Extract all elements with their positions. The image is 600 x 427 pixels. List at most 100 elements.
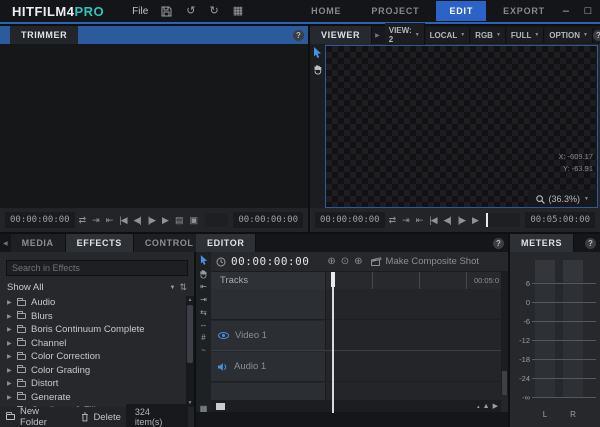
- viewer-tab[interactable]: VIEWER: [310, 26, 373, 44]
- expand-arrow-icon[interactable]: ▶: [7, 353, 12, 360]
- scrollbar-thumb[interactable]: [216, 402, 225, 410]
- zoom-out-icon[interactable]: ▴: [477, 404, 480, 410]
- go-to-start-button[interactable]: |◀: [116, 214, 129, 227]
- help-icon[interactable]: ?: [592, 29, 600, 41]
- expand-arrow-icon[interactable]: ▶: [7, 380, 12, 387]
- effects-tab[interactable]: CONTROL: [133, 234, 206, 252]
- timeline-vertical-scrollbar[interactable]: [501, 272, 508, 395]
- workspace-grid-icon[interactable]: ▦: [226, 4, 250, 19]
- help-icon[interactable]: ?: [293, 29, 304, 41]
- make-composite-shot-button[interactable]: Make Composite Shot: [370, 256, 479, 267]
- main-nav-tab[interactable]: EXPORT: [490, 1, 558, 21]
- scroll-up-icon[interactable]: ▲: [188, 296, 193, 304]
- editor-tab[interactable]: EDITOR: [196, 234, 257, 252]
- viewer-canvas[interactable]: X: -609.17 Y: -63.91 (36.3%) ▼: [325, 45, 598, 208]
- effects-folder-row[interactable]: ▶ Channel: [0, 337, 186, 351]
- step-back-button[interactable]: ◀|: [441, 214, 454, 227]
- expand-arrow-icon[interactable]: ▶: [7, 313, 12, 320]
- set-in-point-button[interactable]: ⇤: [413, 214, 426, 227]
- editor-tool-icon[interactable]: ⇥: [200, 295, 207, 305]
- main-nav-tab[interactable]: HOME: [298, 1, 354, 21]
- viewer-dropdown[interactable]: FULL ▼: [506, 27, 545, 43]
- tab-scroll-left-icon[interactable]: ◀: [0, 240, 11, 247]
- timeline-horizontal-scrollbar[interactable]: ▴ ▲ ▶: [211, 400, 501, 412]
- undo-icon[interactable]: ↺: [179, 4, 202, 19]
- expand-arrow-icon[interactable]: ▶: [7, 326, 12, 333]
- sort-icon[interactable]: ⇅: [179, 282, 187, 293]
- video-track-header[interactable]: Video 1: [211, 321, 326, 350]
- audio-track-lane[interactable]: [326, 352, 501, 381]
- hand-tool-icon[interactable]: [199, 269, 208, 279]
- search-input[interactable]: [6, 260, 188, 276]
- timeline-ruler[interactable]: 00:05:0: [326, 272, 508, 289]
- scrollbar-thumb[interactable]: [502, 371, 507, 395]
- viewer-dropdown[interactable]: LOCAL ▼: [425, 27, 471, 43]
- editor-tool-icon[interactable]: ~: [201, 346, 206, 356]
- minimize-button[interactable]: –: [558, 5, 574, 17]
- main-nav-tab[interactable]: PROJECT: [358, 1, 432, 21]
- maximize-button[interactable]: □: [580, 5, 596, 17]
- snapshot-button[interactable]: ▤: [172, 214, 186, 227]
- set-in-point-button[interactable]: ⇤: [103, 214, 116, 227]
- play-button[interactable]: ▶: [159, 214, 171, 227]
- select-tool-icon[interactable]: [313, 47, 322, 58]
- viewer-dropdown[interactable]: OPTION ▼: [545, 27, 593, 43]
- effects-tab[interactable]: MEDIA: [10, 234, 66, 252]
- select-tool-icon[interactable]: [200, 255, 208, 265]
- meters-tab[interactable]: METERS: [510, 234, 575, 252]
- zoom-in-icon[interactable]: ▲: [483, 403, 490, 410]
- save-icon[interactable]: [154, 4, 179, 19]
- visibility-eye-icon[interactable]: [218, 332, 229, 339]
- in-point-circle-icon[interactable]: ⊕: [327, 256, 335, 267]
- main-nav-tab[interactable]: EDIT: [436, 1, 487, 21]
- file-menu[interactable]: File: [126, 3, 154, 20]
- viewer-zoom-control[interactable]: (36.3%) ▼: [527, 191, 597, 207]
- effects-folder-row[interactable]: ▶ Audio: [0, 296, 186, 310]
- editor-tool-icon[interactable]: ⇤: [200, 282, 207, 292]
- export-frame-button[interactable]: ▣: [186, 214, 200, 227]
- loop-playback-button[interactable]: ⇄: [76, 214, 89, 227]
- viewer-dropdown[interactable]: RGB ▼: [471, 27, 506, 43]
- go-to-start-button[interactable]: |◀: [426, 214, 439, 227]
- video-track-lane[interactable]: [326, 321, 501, 350]
- help-icon[interactable]: ?: [493, 237, 504, 249]
- effects-folder-row[interactable]: ▶ Boris Continuum Complete: [0, 323, 186, 337]
- viewer-dropdown[interactable]: VIEW: 2 ▼: [384, 23, 425, 47]
- effects-folder-row[interactable]: ▶ Distort: [0, 377, 186, 391]
- loop-playback-button[interactable]: ⇄: [386, 214, 399, 227]
- delete-button[interactable]: Delete: [93, 412, 120, 423]
- editor-tool-icon[interactable]: ⇆: [200, 308, 207, 318]
- trimmer-seek-bar[interactable]: [205, 213, 229, 227]
- scroll-down-icon[interactable]: ▼: [188, 399, 193, 407]
- redo-icon[interactable]: ↻: [203, 4, 226, 19]
- set-out-point-button[interactable]: ⇥: [89, 214, 102, 227]
- trimmer-tab[interactable]: TRIMMER: [10, 26, 79, 44]
- speaker-icon[interactable]: [218, 362, 228, 371]
- scroll-right-icon[interactable]: ▶: [493, 402, 498, 410]
- step-forward-button[interactable]: |▶: [455, 214, 468, 227]
- expand-arrow-icon[interactable]: ▶: [7, 299, 12, 306]
- expand-arrow-icon[interactable]: ▶: [7, 340, 12, 347]
- new-folder-button[interactable]: New Folder: [20, 406, 68, 427]
- effects-tab[interactable]: EFFECTS: [65, 234, 134, 252]
- step-forward-button[interactable]: |▶: [145, 214, 158, 227]
- effects-folder-row[interactable]: ▶ Color Correction: [0, 350, 186, 364]
- audio-track-header[interactable]: Audio 1: [211, 352, 326, 381]
- viewer-seek-bar[interactable]: [485, 213, 521, 227]
- play-button[interactable]: ▶: [469, 214, 481, 227]
- expand-arrow-icon[interactable]: ▶: [7, 367, 12, 374]
- editor-timecode[interactable]: 00:00:00:00: [231, 255, 309, 268]
- set-out-point-button[interactable]: ⇥: [399, 214, 412, 227]
- out-point-circle-icon[interactable]: ⊕: [354, 256, 362, 267]
- step-back-button[interactable]: ◀|: [131, 214, 144, 227]
- effects-filter-dropdown[interactable]: Show All ▼ ⇅: [0, 280, 194, 295]
- editor-tool-icon[interactable]: #: [201, 333, 205, 343]
- scrollbar-thumb[interactable]: [187, 305, 193, 363]
- help-icon[interactable]: ?: [585, 237, 596, 249]
- expand-arrow-icon[interactable]: ▶: [7, 394, 12, 401]
- center-circle-icon[interactable]: ⊙: [341, 256, 349, 267]
- playhead-marker[interactable]: [331, 272, 335, 413]
- effects-folder-row[interactable]: ▶ Generate: [0, 391, 186, 405]
- tab-overflow-arrow[interactable]: ▶: [372, 32, 383, 39]
- hand-tool-icon[interactable]: [313, 64, 323, 75]
